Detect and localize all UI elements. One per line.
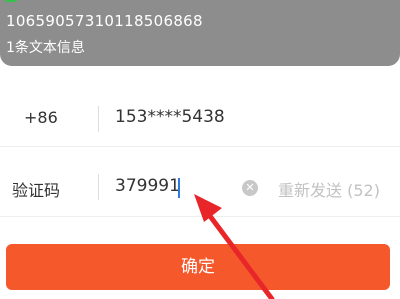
arrow-head xyxy=(194,194,222,222)
arrow-shaft xyxy=(201,205,275,299)
red-arrow-annotation xyxy=(194,194,275,299)
